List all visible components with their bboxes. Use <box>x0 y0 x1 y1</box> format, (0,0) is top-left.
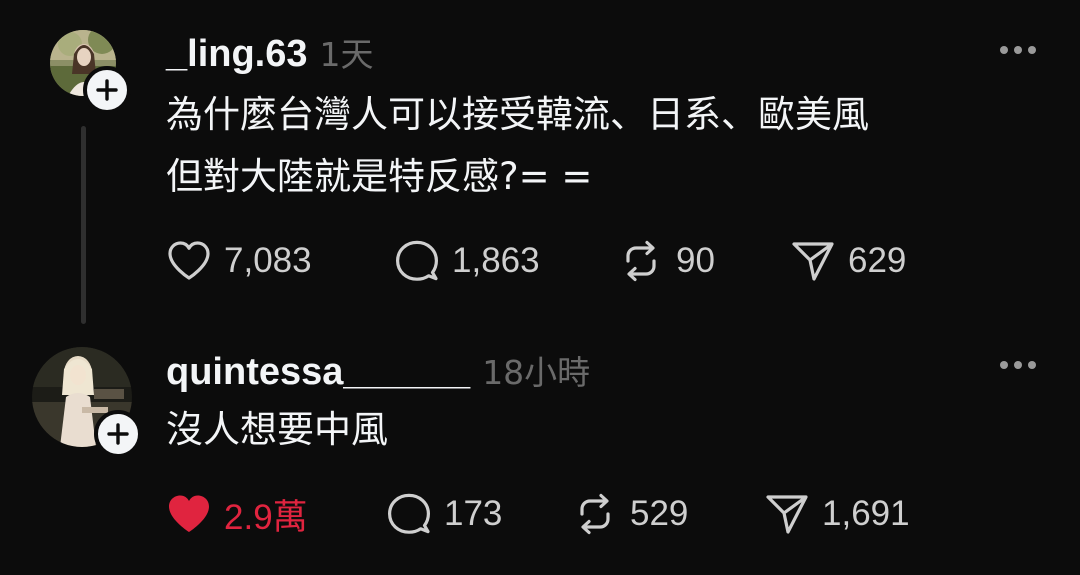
plus-icon <box>107 423 129 445</box>
post-text-line: 為什麼台灣人可以接受韓流、日系、歐美風 <box>166 93 869 136</box>
comment-button[interactable]: 1,863 <box>394 238 540 284</box>
follow-button[interactable] <box>83 66 131 114</box>
like-count: 2.9萬 <box>224 497 308 537</box>
repost-button[interactable]: 90 <box>618 238 715 284</box>
post-text: 為什麼台灣人可以接受韓流、日系、歐美風 但對大陸就是特反感?= = <box>166 84 869 208</box>
more-options-button[interactable] <box>1000 44 1036 56</box>
more-options-button[interactable] <box>1000 359 1036 371</box>
like-button[interactable]: 7,083 <box>166 238 312 284</box>
plus-icon <box>96 79 118 101</box>
follow-button[interactable] <box>94 410 142 458</box>
paper-plane-icon <box>790 238 836 284</box>
post-text-line: 沒人想要中風 <box>166 408 388 451</box>
reply-post: quintessa______ 18小時 沒人想要中風 2.9萬 173 529… <box>0 330 1080 575</box>
post-header: _ling.63 1天 <box>166 28 374 76</box>
post-text-line: 但對大陸就是特反感?= = <box>166 155 593 198</box>
username[interactable]: _ling.63 <box>166 33 308 76</box>
comment-count: 1,863 <box>452 241 540 280</box>
speech-bubble-icon <box>386 491 432 537</box>
post-text: 沒人想要中風 <box>166 399 388 461</box>
share-button[interactable]: 1,691 <box>764 491 910 537</box>
like-button[interactable]: 2.9萬 <box>166 491 308 537</box>
thread-connector-line <box>81 126 86 324</box>
like-count: 7,083 <box>224 241 312 280</box>
heart-icon <box>166 491 212 537</box>
repost-count: 90 <box>676 241 715 280</box>
share-count: 629 <box>848 241 907 280</box>
post-header: quintessa______ 18小時 <box>166 346 590 394</box>
share-button[interactable]: 629 <box>790 238 906 284</box>
repost-arrows-icon <box>572 491 618 537</box>
timestamp: 18小時 <box>482 353 591 392</box>
share-count: 1,691 <box>822 494 910 533</box>
repost-arrows-icon <box>618 238 664 284</box>
comment-button[interactable]: 173 <box>386 491 502 537</box>
timestamp: 1天 <box>319 35 374 74</box>
heart-icon <box>166 238 212 284</box>
action-bar: 7,083 1,863 90 629 <box>166 238 1026 284</box>
thread-post: _ling.63 1天 為什麼台灣人可以接受韓流、日系、歐美風 但對大陸就是特反… <box>0 0 1080 330</box>
username[interactable]: quintessa______ <box>166 351 470 394</box>
more-horizontal-icon <box>1000 361 1008 369</box>
speech-bubble-icon <box>394 238 440 284</box>
repost-button[interactable]: 529 <box>572 491 688 537</box>
more-horizontal-icon <box>1000 46 1008 54</box>
comment-count: 173 <box>444 494 503 533</box>
paper-plane-icon <box>764 491 810 537</box>
repost-count: 529 <box>630 494 689 533</box>
action-bar: 2.9萬 173 529 1,691 <box>166 491 1026 537</box>
